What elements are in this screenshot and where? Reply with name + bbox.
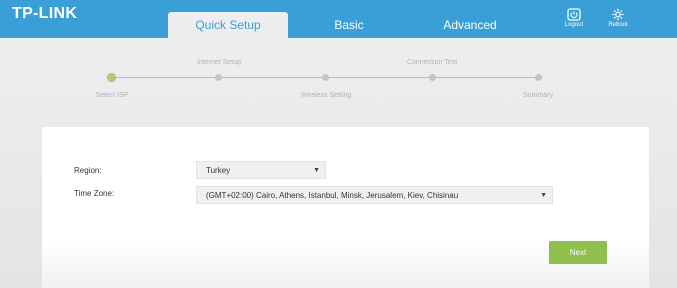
timezone-value: (GMT+02:00) Cairo, Athens, Istanbul, Min… <box>206 191 459 200</box>
next-button[interactable]: Next <box>549 241 607 264</box>
tab-quick-setup[interactable]: Quick Setup <box>168 12 288 39</box>
step-label-summary: Summary <box>523 92 553 99</box>
dropdown-arrow-icon: ▼ <box>313 167 320 174</box>
step-label-wireless-setting: Wireless Setting <box>300 92 352 99</box>
step-dot-internet-setup <box>215 74 222 81</box>
step-dot-connection-test <box>429 74 436 81</box>
tab-advanced[interactable]: Advanced <box>438 13 502 38</box>
step-dot-summary <box>535 74 542 81</box>
logout-icon <box>567 8 581 21</box>
top-header: TP-LINK Quick Setup Basic Advanced Logou… <box>0 0 677 39</box>
step-label-internet-setup: Internet Setup <box>197 59 241 66</box>
tp-link-logo: TP-LINK <box>12 5 78 22</box>
step-dot-wireless-setting <box>322 74 329 81</box>
reboot-icon <box>612 8 624 21</box>
reboot-label: Reboot <box>608 22 628 28</box>
logout-label: Logout <box>564 22 584 28</box>
timezone-label: Time Zone: <box>74 189 115 198</box>
dropdown-arrow-icon: ▼ <box>540 192 547 199</box>
reboot-button[interactable]: Reboot <box>598 8 638 28</box>
region-value: Turkey <box>206 166 231 175</box>
step-label-connection-test: Connection Test <box>406 59 458 66</box>
step-dot-select-isp <box>107 73 116 82</box>
step-label-select-isp: Select ISP <box>95 92 129 99</box>
tab-basic[interactable]: Basic <box>322 13 376 38</box>
timezone-select[interactable]: (GMT+02:00) Cairo, Athens, Istanbul, Min… <box>196 186 553 204</box>
logout-button[interactable]: Logout <box>554 8 594 28</box>
region-select[interactable]: Turkey ▼ <box>196 161 326 179</box>
region-label: Region: <box>74 166 102 175</box>
